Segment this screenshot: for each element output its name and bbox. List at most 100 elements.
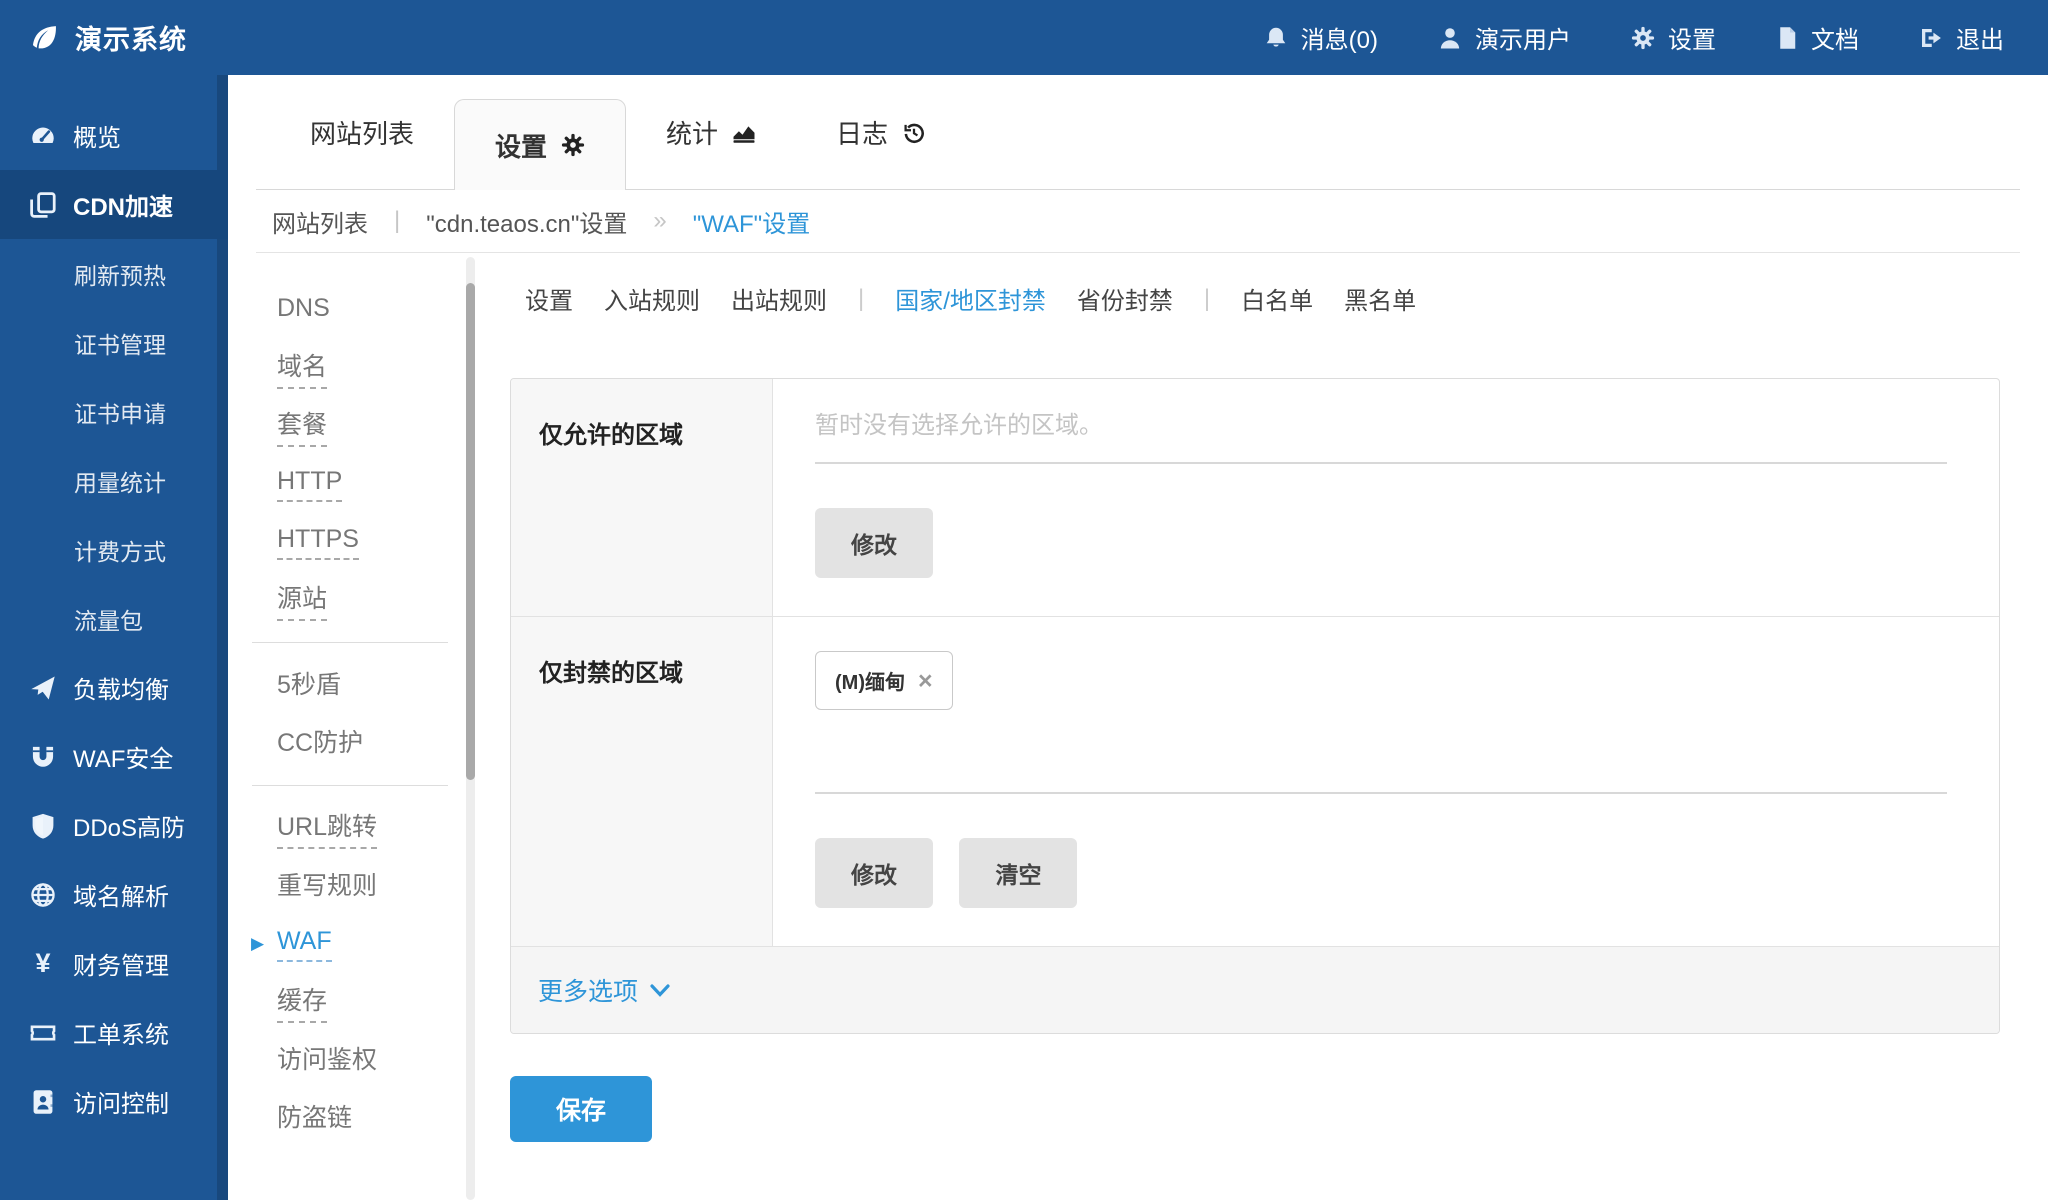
sidebar-item-dns-resolve[interactable]: 域名解析 — [0, 860, 228, 929]
sidebar-item-access-control[interactable]: 访问控制 — [0, 1067, 228, 1136]
tab-label: 设置 — [495, 127, 547, 164]
allowed-regions-placeholder: 暂时没有选择允许的区域。 — [815, 405, 1957, 440]
menu-item-5s-shield[interactable]: 5秒盾 — [277, 656, 478, 714]
subtab-separator: | — [1204, 285, 1210, 313]
caret-right-icon: ▶ — [251, 934, 264, 954]
input-underline — [815, 792, 1947, 794]
menu-item-label: 套餐 — [277, 405, 327, 447]
tab-label: 统计 — [666, 114, 718, 151]
tab-site-list[interactable]: 网站列表 — [270, 75, 454, 190]
menu-item-cache[interactable]: 缓存 — [277, 973, 478, 1031]
subtab-inbound-rules[interactable]: 入站规则 — [604, 281, 700, 316]
subtab-blacklist[interactable]: 黑名单 — [1344, 281, 1416, 316]
docs-button[interactable]: 文档 — [1776, 20, 1859, 55]
menu-item-domain[interactable]: 域名 — [277, 339, 478, 397]
breadcrumb: 网站列表 | "cdn.teaos.cn"设置 » "WAF"设置 — [256, 190, 2020, 253]
sidebar-item-billing-mode[interactable]: 计费方式 — [0, 515, 228, 584]
scrollbar-track[interactable] — [466, 257, 475, 1200]
sidebar-item-refresh-prewarm[interactable]: 刷新预热 — [0, 239, 228, 308]
sidebar-item-tickets[interactable]: 工单系统 — [0, 998, 228, 1067]
menu-item-rewrite-rules[interactable]: 重写规则 — [277, 857, 478, 915]
menu-item-hotlink[interactable]: 防盗链 — [277, 1089, 478, 1147]
region-tag-myanmar[interactable]: (M)缅甸 × — [815, 651, 953, 710]
subtab-settings[interactable]: 设置 — [525, 281, 573, 316]
menu-item-label: DNS — [277, 294, 330, 327]
blocked-clear-button[interactable]: 清空 — [959, 838, 1077, 908]
menu-item-label: URL跳转 — [277, 807, 377, 849]
sidebar-item-label: 财务管理 — [73, 946, 169, 981]
menu-item-label: 源站 — [277, 579, 327, 621]
menu-item-dns[interactable]: DNS — [277, 281, 478, 339]
blocked-modify-button[interactable]: 修改 — [815, 838, 933, 908]
sidebar-item-cert-apply[interactable]: 证书申请 — [0, 377, 228, 446]
waf-settings-panel: 设置 入站规则 出站规则 | 国家/地区封禁 省份封禁 | 白名单 黑名单 仅允… — [510, 253, 2048, 1142]
brand-title: 演示系统 — [75, 18, 187, 57]
tab-settings[interactable]: 设置 — [454, 99, 626, 190]
settings-menu: DNS 域名 套餐 HTTP HTTPS 源站 5秒盾 CC防护 URL跳转 重… — [228, 253, 478, 1200]
menu-item-cc-protect[interactable]: CC防护 — [277, 714, 478, 772]
sidebar-item-load-balance[interactable]: 负载均衡 — [0, 653, 228, 722]
subtab-country-block[interactable]: 国家/地区封禁 — [895, 281, 1046, 316]
region-tag-label: (M)缅甸 — [835, 666, 905, 695]
save-button[interactable]: 保存 — [510, 1076, 652, 1142]
sidebar-item-waf-security[interactable]: WAF安全 — [0, 722, 228, 791]
sidebar-item-label: 工单系统 — [73, 1015, 169, 1050]
close-icon[interactable]: × — [918, 674, 933, 688]
blocked-regions-row: 仅封禁的区域 (M)缅甸 × 修改 清空 — [511, 617, 1999, 947]
more-options-label: 更多选项 — [538, 972, 638, 1008]
sidebar-item-cdn[interactable]: CDN加速 — [0, 170, 228, 239]
docs-label: 文档 — [1811, 20, 1859, 55]
menu-item-url-redirect[interactable]: URL跳转 — [277, 799, 478, 857]
sidebar-item-usage-stats[interactable]: 用量统计 — [0, 446, 228, 515]
breadcrumb-site-settings[interactable]: "cdn.teaos.cn"设置 — [426, 204, 627, 239]
sidebar-item-label: WAF安全 — [73, 739, 173, 774]
messages-button[interactable]: 消息(0) — [1264, 20, 1378, 55]
sidebar-item-cert-manage[interactable]: 证书管理 — [0, 308, 228, 377]
subtab-whitelist[interactable]: 白名单 — [1241, 281, 1313, 316]
allowed-regions-row: 仅允许的区域 暂时没有选择允许的区域。 修改 — [511, 379, 1999, 617]
user-label: 演示用户 — [1475, 20, 1571, 55]
gear-icon — [561, 133, 585, 157]
menu-item-label: 防盗链 — [277, 1098, 352, 1138]
region-block-form: 仅允许的区域 暂时没有选择允许的区域。 修改 仅封禁的区域 (M)缅甸 × — [510, 378, 2000, 1034]
brand[interactable]: 演示系统 — [0, 18, 187, 57]
menu-item-origin[interactable]: 源站 — [277, 571, 478, 629]
sidebar-item-ddos[interactable]: DDoS高防 — [0, 791, 228, 860]
sidebar-item-traffic-pack[interactable]: 流量包 — [0, 584, 228, 653]
tab-logs[interactable]: 日志 — [796, 75, 966, 190]
breadcrumb-waf-settings: "WAF"设置 — [693, 204, 810, 239]
sidebar: 概览 CDN加速 刷新预热 证书管理 证书申请 用量统计 计费方式 流量包 负载… — [0, 75, 228, 1200]
logout-button[interactable]: 退出 — [1919, 20, 2004, 55]
scrollbar-thumb[interactable] — [466, 283, 475, 780]
menu-item-plan[interactable]: 套餐 — [277, 397, 478, 455]
subtab-province-block[interactable]: 省份封禁 — [1077, 281, 1173, 316]
subtab-outbound-rules[interactable]: 出站规则 — [731, 281, 827, 316]
more-options-link[interactable]: 更多选项 — [538, 972, 670, 1008]
ticket-icon — [30, 1020, 56, 1046]
sidebar-item-overview[interactable]: 概览 — [0, 101, 228, 170]
sidebar-item-finance[interactable]: ¥ 财务管理 — [0, 929, 228, 998]
menu-item-label: 缓存 — [277, 981, 327, 1023]
menu-item-http[interactable]: HTTP — [277, 455, 478, 513]
yen-icon: ¥ — [30, 948, 56, 979]
messages-label: 消息(0) — [1301, 20, 1378, 55]
breadcrumb-separator: » — [653, 207, 666, 235]
subtab-separator: | — [858, 285, 864, 313]
tab-statistics[interactable]: 统计 — [626, 75, 796, 190]
history-icon — [902, 121, 926, 145]
user-button[interactable]: 演示用户 — [1438, 20, 1571, 55]
id-badge-icon — [30, 1089, 56, 1115]
menu-item-auth[interactable]: 访问鉴权 — [277, 1031, 478, 1089]
menu-item-label: WAF — [277, 927, 332, 962]
chevron-down-icon — [650, 984, 670, 997]
allowed-modify-button[interactable]: 修改 — [815, 508, 933, 578]
menu-item-waf[interactable]: ▶ WAF — [277, 915, 478, 973]
menu-item-label: 访问鉴权 — [277, 1040, 377, 1080]
settings-button[interactable]: 设置 — [1631, 20, 1716, 55]
sidebar-item-label: DDoS高防 — [73, 808, 185, 843]
copy-icon — [30, 192, 56, 218]
breadcrumb-site-list[interactable]: 网站列表 — [272, 204, 368, 239]
menu-item-https[interactable]: HTTPS — [277, 513, 478, 571]
shield-icon — [30, 813, 56, 839]
breadcrumb-separator: | — [394, 207, 400, 235]
